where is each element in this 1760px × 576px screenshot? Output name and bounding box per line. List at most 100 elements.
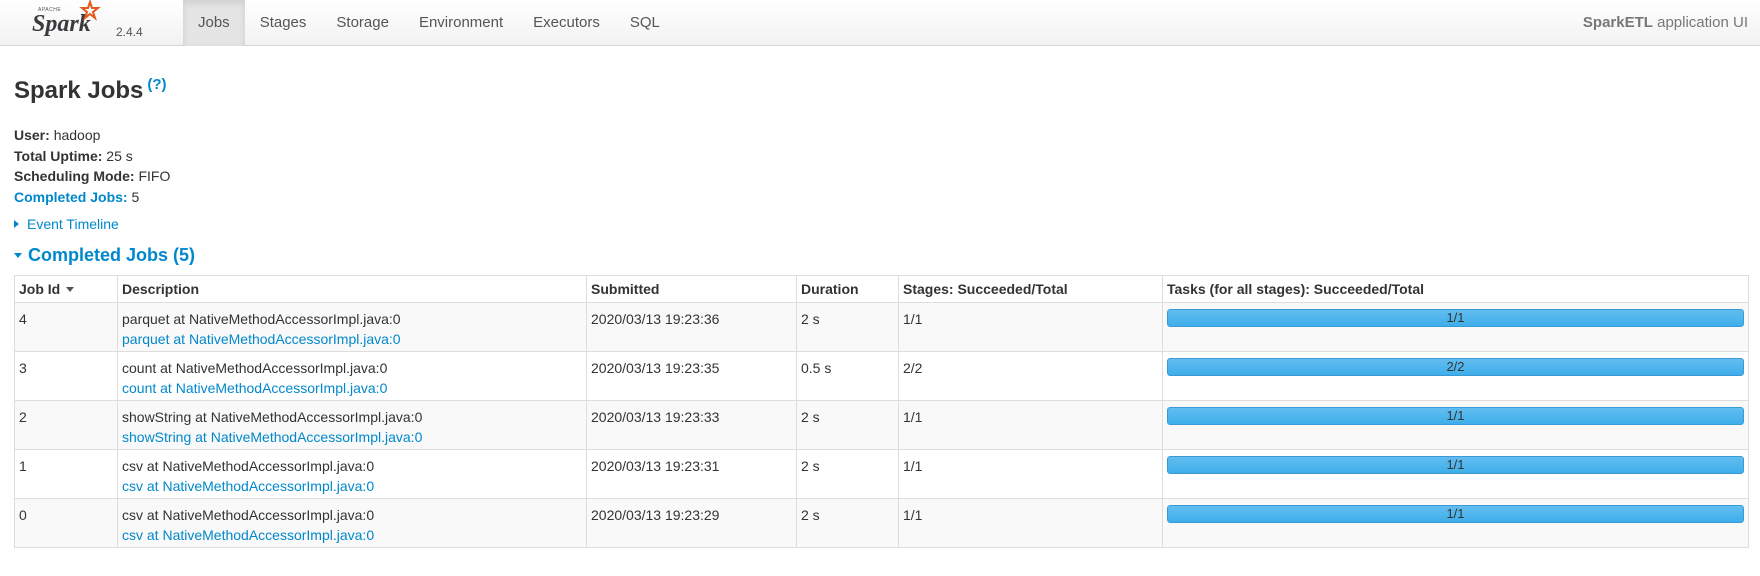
tab-storage[interactable]: Storage — [321, 0, 404, 46]
cell-stages: 1/1 — [898, 400, 1163, 450]
description-link[interactable]: showString at NativeMethodAccessorImpl.j… — [122, 427, 582, 447]
cell-description: count at NativeMethodAccessorImpl.java:0… — [117, 351, 587, 401]
cell-duration: 0.5 s — [796, 351, 899, 401]
cell-submitted: 2020/03/13 19:23:31 — [586, 449, 797, 499]
collapsed-arrow-icon — [14, 220, 19, 228]
cell-submitted: 2020/03/13 19:23:35 — [586, 351, 797, 401]
cell-submitted: 2020/03/13 19:23:29 — [586, 498, 797, 548]
cell-submitted: 2020/03/13 19:23:33 — [586, 400, 797, 450]
cell-duration: 2 s — [796, 302, 899, 352]
table-row: 3 count at NativeMethodAccessorImpl.java… — [14, 351, 1749, 401]
tab-jobs[interactable]: Jobs — [183, 0, 245, 46]
application-name: SparkETL — [1582, 14, 1653, 31]
uptime-label: Total Uptime: — [14, 147, 103, 164]
cell-job-id: 0 — [14, 498, 118, 548]
sort-desc-icon — [66, 287, 75, 292]
task-progress-label: 2/2 — [1446, 359, 1465, 374]
cell-tasks: 1/1 — [1162, 498, 1749, 548]
cell-duration: 2 s — [796, 498, 899, 548]
description-link[interactable]: csv at NativeMethodAccessorImpl.java:0 — [122, 476, 582, 496]
nav-tabs: Jobs Stages Storage Environment Executor… — [183, 0, 675, 46]
table-row: 0 csv at NativeMethodAccessorImpl.java:0… — [14, 498, 1749, 548]
uptime-value: 25 s — [106, 147, 133, 164]
cell-stages: 1/1 — [898, 498, 1163, 548]
user-label: User: — [14, 127, 50, 143]
help-link[interactable]: (?) — [147, 76, 166, 93]
cell-description: showString at NativeMethodAccessorImpl.j… — [117, 400, 587, 450]
scheduling-mode-value: FIFO — [138, 168, 171, 184]
header-duration[interactable]: Duration — [796, 275, 899, 303]
cell-tasks: 1/1 — [1162, 302, 1749, 352]
header-stages[interactable]: Stages: Succeeded/Total — [898, 275, 1163, 303]
cell-tasks: 1/1 — [1162, 400, 1749, 450]
description-text: parquet at NativeMethodAccessorImpl.java… — [122, 311, 401, 327]
summary-uptime: Total Uptime: 25 s — [14, 146, 170, 167]
event-timeline-toggle[interactable]: Event Timeline — [14, 216, 119, 232]
cell-description: parquet at NativeMethodAccessorImpl.java… — [117, 302, 587, 352]
description-text: csv at NativeMethodAccessorImpl.java:0 — [122, 507, 375, 523]
cell-stages: 1/1 — [898, 302, 1163, 352]
tab-sql[interactable]: SQL — [615, 0, 675, 46]
completed-jobs-value: 5 — [131, 188, 140, 205]
application-suffix: application UI — [1652, 14, 1748, 31]
header-description[interactable]: Description — [117, 275, 587, 303]
cell-job-id: 4 — [14, 302, 118, 352]
cell-job-id: 1 — [14, 449, 118, 499]
page-title: Spark Jobs (?) — [14, 76, 167, 105]
tab-executors[interactable]: Executors — [518, 0, 615, 46]
job-summary: User: hadoop Total Uptime: 25 s Scheduli… — [14, 125, 170, 207]
summary-completed-jobs: Completed Jobs: 5 — [14, 187, 170, 208]
description-link[interactable]: csv at NativeMethodAccessorImpl.java:0 — [122, 525, 582, 545]
cell-job-id: 3 — [14, 351, 118, 401]
application-title: SparkETL application UI — [1583, 0, 1748, 46]
task-progress-bar: 1/1 — [1167, 309, 1744, 327]
task-progress-label: 1/1 — [1446, 506, 1465, 521]
page-title-text: Spark Jobs — [14, 77, 144, 104]
cell-duration: 2 s — [796, 400, 899, 450]
cell-job-id: 2 — [14, 400, 118, 450]
header-tasks[interactable]: Tasks (for all stages): Succeeded/Total — [1162, 275, 1749, 303]
tab-stages[interactable]: Stages — [245, 0, 322, 46]
table-row: 4 parquet at NativeMethodAccessorImpl.ja… — [14, 302, 1749, 352]
tab-environment[interactable]: Environment — [404, 0, 518, 46]
cell-description: csv at NativeMethodAccessorImpl.java:0 c… — [117, 498, 587, 548]
task-progress-label: 1/1 — [1446, 408, 1465, 423]
spark-logo[interactable]: APACHE Spark 2.4.4 — [32, 0, 152, 46]
task-progress-bar: 1/1 — [1167, 407, 1744, 425]
description-text: count at NativeMethodAccessorImpl.java:0 — [122, 360, 388, 376]
task-progress-bar: 1/1 — [1167, 456, 1744, 474]
spark-version: 2.4.4 — [116, 25, 143, 39]
cell-duration: 2 s — [796, 449, 899, 499]
cell-tasks: 1/1 — [1162, 449, 1749, 499]
cell-description: csv at NativeMethodAccessorImpl.java:0 c… — [117, 449, 587, 499]
task-progress-label: 1/1 — [1446, 310, 1465, 325]
header-job-id-label: Job Id — [19, 281, 61, 297]
description-text: showString at NativeMethodAccessorImpl.j… — [122, 409, 423, 425]
user-value: hadoop — [53, 127, 101, 143]
event-timeline-label: Event Timeline — [27, 216, 119, 232]
completed-jobs-heading: Completed Jobs (5) — [28, 245, 196, 265]
header-submitted[interactable]: Submitted — [586, 275, 797, 303]
expanded-arrow-icon — [14, 253, 22, 258]
table-row: 1 csv at NativeMethodAccessorImpl.java:0… — [14, 449, 1749, 499]
svg-text:Spark: Spark — [32, 11, 91, 37]
table-row: 2 showString at NativeMethodAccessorImpl… — [14, 400, 1749, 450]
description-link[interactable]: parquet at NativeMethodAccessorImpl.java… — [122, 329, 582, 349]
completed-jobs-table: Job Id Description Submitted Duration St… — [14, 275, 1749, 548]
top-navbar: APACHE Spark 2.4.4 Jobs Stages Storage E… — [0, 0, 1760, 46]
description-link[interactable]: count at NativeMethodAccessorImpl.java:0 — [122, 378, 582, 398]
header-job-id[interactable]: Job Id — [14, 275, 118, 303]
description-text: csv at NativeMethodAccessorImpl.java:0 — [122, 458, 375, 474]
scheduling-mode-label: Scheduling Mode: — [14, 168, 135, 184]
summary-scheduling-mode: Scheduling Mode: FIFO — [14, 166, 170, 187]
task-progress-label: 1/1 — [1446, 457, 1465, 472]
cell-tasks: 2/2 — [1162, 351, 1749, 401]
completed-jobs-section-toggle[interactable]: Completed Jobs (5) — [14, 245, 195, 266]
cell-stages: 1/1 — [898, 449, 1163, 499]
summary-user: User: hadoop — [14, 125, 170, 146]
table-header-row: Job Id Description Submitted Duration St… — [14, 275, 1749, 303]
spark-logo-icon: APACHE Spark — [32, 0, 101, 37]
completed-jobs-link[interactable]: Completed Jobs: — [14, 189, 128, 205]
task-progress-bar: 2/2 — [1167, 358, 1744, 376]
cell-submitted: 2020/03/13 19:23:36 — [586, 302, 797, 352]
